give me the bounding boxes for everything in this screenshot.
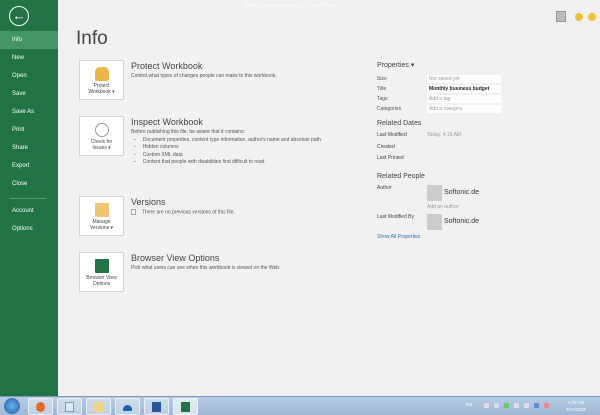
inspect-workbook-section: Inspect Workbook Before publishing this … (131, 117, 346, 167)
property-label: Size (377, 76, 387, 82)
file-explorer-taskbar-button[interactable] (86, 398, 111, 415)
section-description: There are no previous versions of this f… (142, 209, 235, 216)
firefox-taskbar-button[interactable] (28, 398, 53, 415)
lock-key-icon (94, 67, 109, 81)
sidebar-item-info[interactable]: Info (0, 31, 58, 49)
manage-versions-icon (94, 203, 109, 217)
sidebar-item-export[interactable]: Export (0, 157, 58, 175)
sidebar-item-close[interactable]: Close (0, 175, 58, 193)
property-label: Categories (377, 106, 402, 112)
file-explorer-icon (94, 402, 103, 412)
check-for-issues-button[interactable]: Check for Issues ▾ (79, 116, 124, 156)
related-dates-header: Related Dates (377, 120, 422, 127)
person-avatar-icon (427, 184, 442, 201)
categories-field[interactable]: Add a category (427, 105, 501, 113)
author-name[interactable]: Softonic.de (444, 189, 479, 196)
title-field[interactable]: Monthly business budget (427, 85, 501, 93)
date-label: Last Printed (377, 155, 404, 161)
button-label: Workbook ▾ (88, 89, 115, 95)
list-item: Hidden columns (134, 144, 346, 152)
word-taskbar-button[interactable] (144, 398, 169, 415)
section-title: Browser View Options (131, 253, 220, 263)
section-description: Pick what users can see when this workbo… (131, 265, 281, 271)
modified-by-name[interactable]: Softonic.de (444, 218, 479, 225)
sidebar-item-print[interactable]: Print (0, 121, 58, 139)
tray-icon[interactable] (494, 403, 499, 408)
backstage-sidebar: ← Info New Open Save Save As Print Share… (0, 0, 58, 396)
button-label: Versions ▾ (89, 225, 114, 231)
taskbar: EN 4:36 AM 3/17/2015 (0, 396, 600, 415)
sidebar-item-share[interactable]: Share (0, 139, 58, 157)
send-smile-icon[interactable] (575, 13, 583, 21)
related-people-header: Related People (377, 172, 425, 180)
clock[interactable]: 4:36 AM 3/17/2015 (566, 399, 586, 413)
section-description: Before publishing this file, be aware th… (131, 129, 245, 135)
clock-time: 4:36 AM (567, 400, 585, 405)
document-icon (131, 209, 136, 215)
button-label: Options (92, 281, 111, 287)
section-title: Versions (131, 197, 166, 207)
show-all-properties-link[interactable]: Show All Properties (377, 234, 420, 240)
manage-versions-button[interactable]: Manage Versions ▾ (79, 196, 124, 236)
protect-workbook-section: Protect Workbook Control what types of c… (131, 61, 277, 81)
date-label: Last Modified (377, 132, 407, 138)
excel-taskbar-button[interactable] (173, 398, 198, 415)
window-title: Monthly business budget1 - Excel Preview (245, 3, 339, 9)
date-label: Created (377, 143, 395, 150)
property-label: Title (377, 86, 387, 92)
tags-field[interactable]: Add a tag (427, 95, 501, 103)
start-button[interactable] (4, 398, 20, 414)
onedrive-icon (123, 405, 132, 411)
inspect-document-icon (94, 123, 109, 137)
tray-icon[interactable] (534, 403, 539, 408)
author-label: Author (377, 184, 392, 191)
network-icon[interactable] (504, 403, 509, 408)
list-item: Document properties, content type inform… (134, 137, 346, 145)
action-center-icon[interactable] (544, 403, 549, 408)
modified-by-label: Last Modified By (377, 213, 414, 220)
user-avatar-icon[interactable] (556, 11, 566, 22)
sidebar-item-account[interactable]: Account (0, 202, 58, 220)
browser-view-icon (94, 259, 109, 273)
section-title: Protect Workbook (131, 61, 203, 71)
back-arrow-icon[interactable]: ← (9, 6, 29, 26)
sidebar-item-new[interactable]: New (0, 49, 58, 67)
clock-date: 3/17/2015 (565, 407, 586, 412)
browser-view-options-button[interactable]: Browser View Options (79, 252, 124, 292)
tray-icon[interactable] (484, 403, 489, 408)
last-modified-value: Today, 4:16 AM (427, 132, 462, 138)
language-indicator[interactable]: EN (466, 402, 472, 407)
section-description: Control what types of changes people can… (131, 73, 277, 79)
protect-workbook-button[interactable]: Protect Workbook ▾ (79, 60, 124, 100)
page-title: Info (76, 28, 108, 49)
onedrive-taskbar-button[interactable] (115, 398, 140, 415)
sidebar-item-options[interactable]: Options (0, 220, 58, 238)
properties-header[interactable]: Properties ▾ (377, 61, 507, 69)
notepad-icon (65, 402, 74, 412)
add-author-field[interactable]: Add an author (427, 204, 479, 210)
volume-icon[interactable] (514, 403, 519, 408)
word-icon (152, 402, 161, 412)
sidebar-item-save[interactable]: Save (0, 85, 58, 103)
firefox-icon (36, 402, 45, 412)
list-item: Content that people with disabilities fi… (134, 159, 346, 167)
tray-icon[interactable] (524, 403, 529, 408)
notepad-taskbar-button[interactable] (57, 398, 82, 415)
sidebar-item-open[interactable]: Open (0, 67, 58, 85)
sidebar-item-save-as[interactable]: Save As (0, 103, 58, 121)
sidebar-divider (10, 198, 46, 199)
send-frown-icon[interactable] (588, 13, 596, 21)
versions-section: Versions There are no previous versions … (131, 197, 235, 217)
size-value: Not saved yet (427, 75, 501, 83)
excel-icon (181, 402, 190, 412)
button-label: Issues ▾ (92, 145, 111, 151)
list-item: Custom XML data (134, 152, 346, 160)
browser-view-options-section: Browser View Options Pick what users can… (131, 253, 280, 273)
properties-panel: Properties ▾ Size Not saved yet Title Mont… (377, 61, 507, 240)
property-label: Tags (377, 96, 388, 102)
person-avatar-icon (427, 213, 442, 230)
section-title: Inspect Workbook (131, 117, 203, 127)
